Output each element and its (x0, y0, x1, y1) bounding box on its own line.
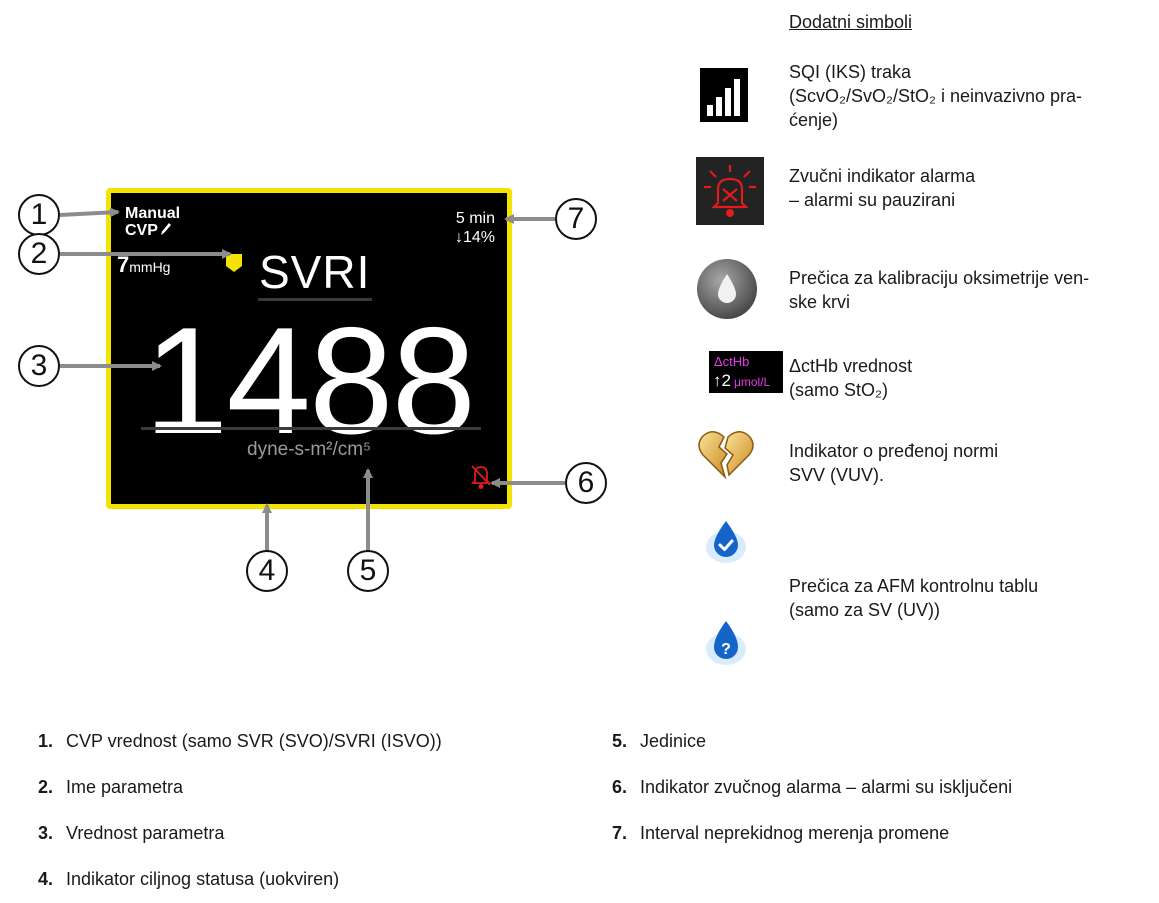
callout-6: 6 (565, 462, 607, 504)
legend-item-4: 4. Indikator ciljnog statusa (uokviren) (38, 869, 340, 889)
ctHb-value: ↑2 μmol/L (713, 371, 771, 390)
legend-item-5: 5. Jedinice (612, 731, 707, 751)
callout-4: 4 (246, 550, 288, 592)
callout-7: 7 (555, 198, 597, 240)
audible-alarm-paused-icon (696, 157, 764, 225)
ctHb-value-icon: ΔctHb ↑2 μmol/L (709, 351, 783, 393)
symbol-text-oximetry: Prečica za kalibraciju oksimetrije ven- … (789, 268, 1090, 312)
symbol-text-ctHb: ΔctHb vrednost (samo StO₂) (789, 356, 913, 400)
legend-item-3: 3. Vrednost parametra (38, 823, 225, 843)
afm-dashboard-question-icon[interactable]: ? (704, 617, 748, 667)
ctHb-unit: μmol/L (733, 375, 771, 389)
legend-item-1: 1. CVP vrednost (samo SVR (SVO)/SVRI (ISV… (38, 731, 442, 751)
symbols-heading: Dodatni simboli (789, 12, 913, 32)
callout-1-arrow (59, 207, 120, 218)
callout-2: 2 (18, 233, 60, 275)
ctHb-label: ΔctHb (714, 354, 750, 369)
legend-item-2: 2. Ime parametra (38, 777, 184, 797)
legend-item-7: 7. Interval neprekidnog merenja promene (612, 823, 950, 843)
callout-1: 1 (18, 194, 60, 236)
symbol-text-alarm-paused: Zvučni indikator alarma – alarmi su pauz… (789, 166, 976, 210)
callout-3: 3 (18, 345, 60, 387)
afm-dashboard-check-icon[interactable] (704, 517, 748, 565)
legend-item-6: 6. Indikator zvučnog alarma – alarmi su i… (612, 777, 1013, 797)
broken-heart-icon (698, 431, 754, 480)
symbol-text-sqi: SQI (IKS) traka (ScvO₂/SvO₂/StO₂ i neinv… (789, 62, 1083, 130)
venous-oximetry-calibration-icon[interactable] (696, 258, 758, 320)
signal-quality-bar-icon (700, 68, 748, 122)
callout-5: 5 (347, 550, 389, 592)
svg-text:?: ? (721, 641, 731, 658)
symbol-text-afm: Prečica za AFM kontrolnu tablu (samo za … (789, 576, 1039, 620)
symbol-text-svv: Indikator o pređenoj normi SVV (VUV). (789, 441, 999, 485)
